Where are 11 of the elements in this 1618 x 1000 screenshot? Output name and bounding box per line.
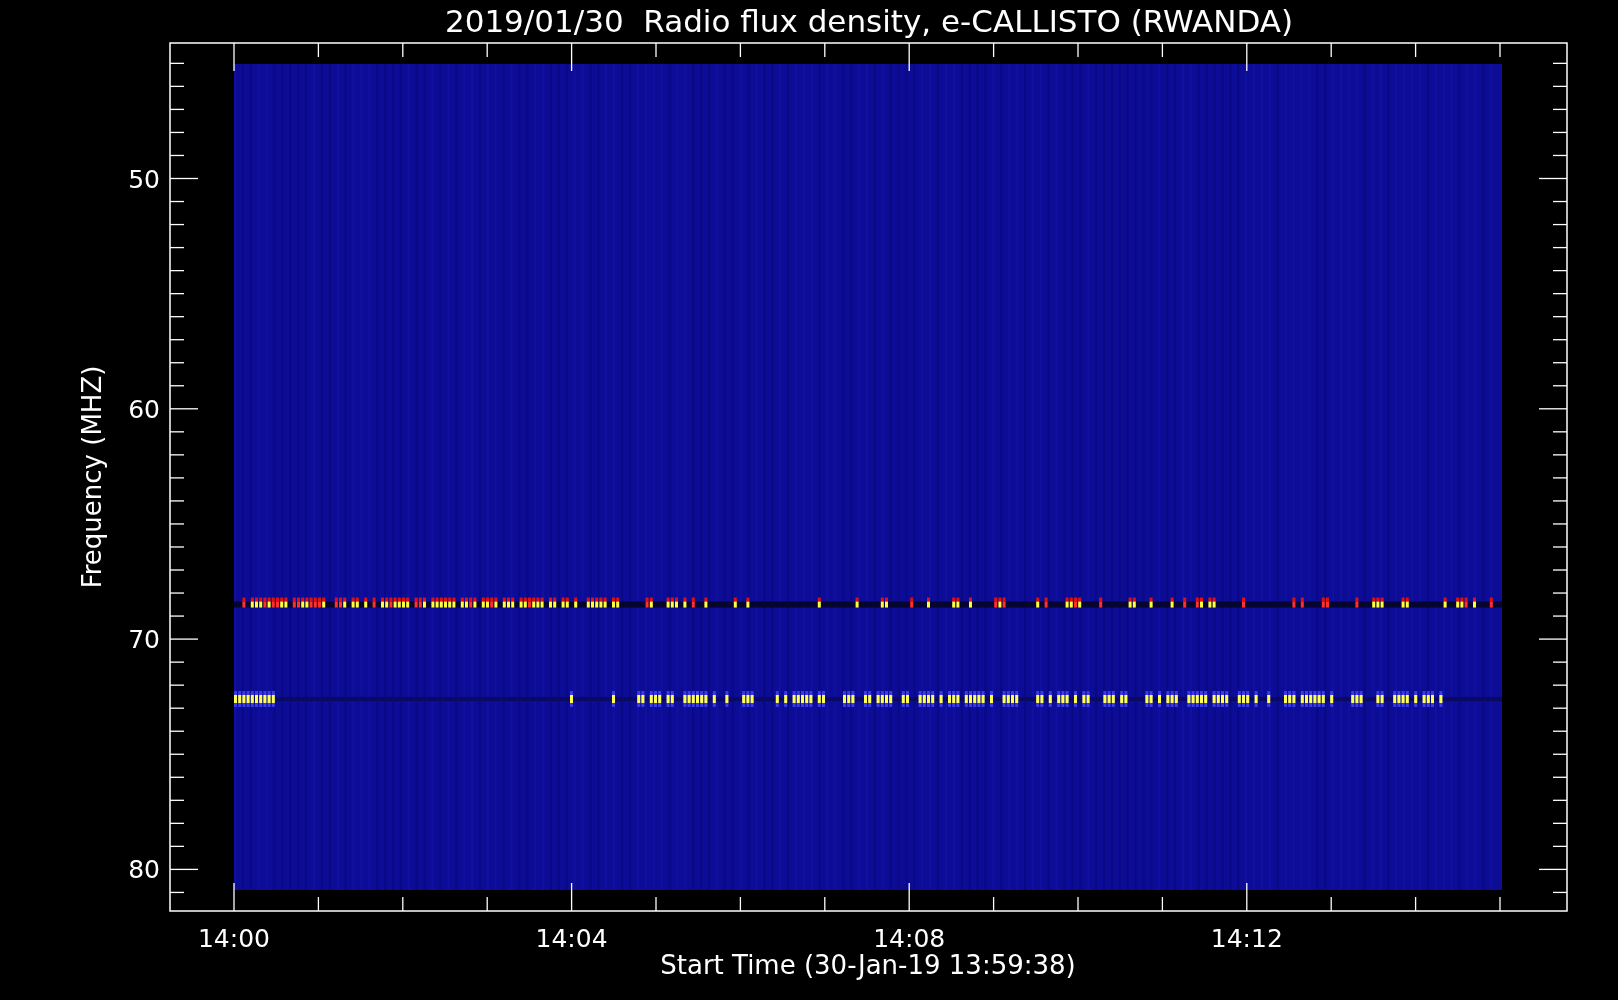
x-tick-label: 14:08 [873, 924, 946, 953]
y-tick-label: 60 [128, 394, 160, 424]
y-tick-label: 80 [128, 855, 160, 885]
y-axis-label: Frequency (MHZ) [77, 365, 107, 589]
y-tick-label: 70 [128, 625, 160, 655]
plot-title: 2019/01/30 Radio flux density, e-CALLISTO (RWANDA) [444, 3, 1294, 39]
x-tick-label: 14:00 [198, 924, 270, 953]
x-axis-label: Start Time (30-Jan-19 13:59:38) [660, 950, 1076, 980]
x-tick-label: 14:12 [1210, 924, 1283, 953]
x-tick-label: 14:04 [535, 924, 608, 953]
y-tick-label: 50 [128, 164, 160, 194]
